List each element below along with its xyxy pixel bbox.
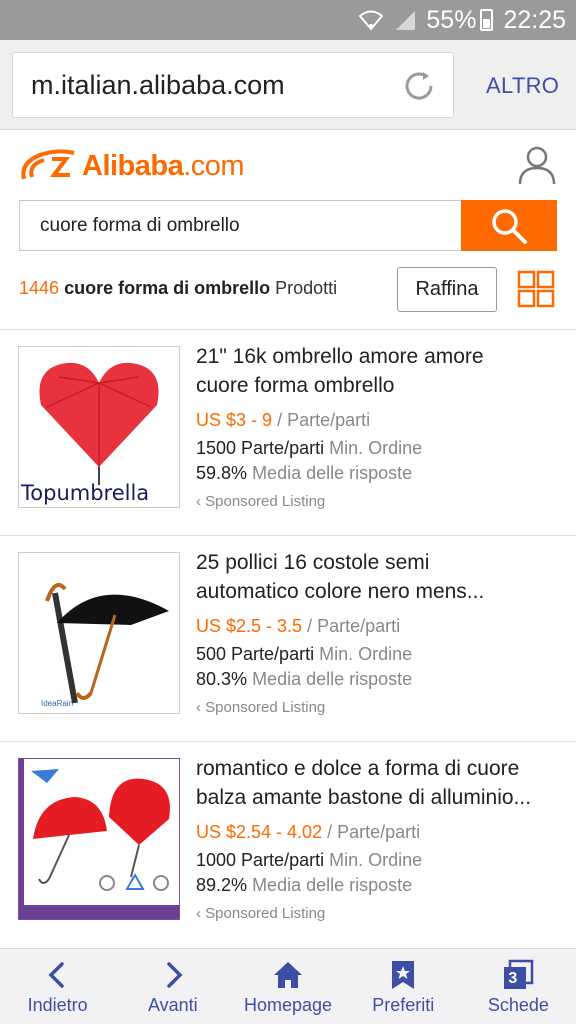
- alibaba-logo-icon: [21, 149, 75, 180]
- chevron-right-icon: [167, 962, 183, 988]
- tabs-icon: 3: [502, 959, 534, 991]
- price-range: US $2.54 - 4.02: [196, 822, 323, 842]
- signal-icon: [394, 9, 416, 31]
- thumb-caption: IdeaRain: [41, 699, 74, 708]
- product-item[interactable]: romantico e dolce a forma di cuore balza…: [0, 742, 576, 947]
- min-order: 1500 Parte/parti Min. Ordine: [196, 438, 422, 459]
- product-price: US $2.5 - 3.5 / Parte/parti: [196, 616, 400, 637]
- chevron-left-icon: ‹: [196, 493, 206, 510]
- result-suffix: Prodotti: [275, 278, 338, 298]
- reload-icon[interactable]: [401, 68, 437, 104]
- bookmarks-label: Preferiti: [372, 995, 435, 1015]
- back-button[interactable]: Indietro: [0, 949, 115, 1024]
- product-price: US $3 - 9 / Parte/parti: [196, 410, 370, 431]
- sponsored-label: ‹ Sponsored Listing: [196, 905, 325, 922]
- search-query: cuore forma di ombrello: [40, 215, 240, 236]
- url-text: m.italian.alibaba.com: [31, 70, 285, 100]
- chevron-left-icon: ‹: [196, 699, 206, 716]
- logo-suffix: .com: [183, 149, 245, 182]
- product-item[interactable]: Topumbrella 21" 16k ombrello amore amore…: [0, 330, 576, 535]
- home-label: Homepage: [243, 995, 333, 1015]
- result-count: 1446: [19, 278, 60, 298]
- min-order-label: Min. Ordine: [319, 644, 413, 664]
- product-title-line: romantico e dolce a forma di cuore: [196, 757, 520, 780]
- product-title[interactable]: 25 pollici 16 costole semi automatico co…: [196, 548, 556, 606]
- product-image[interactable]: Topumbrella: [18, 346, 180, 508]
- thumb-caption: Topumbrella: [21, 481, 150, 505]
- clock: 22:25: [503, 5, 566, 34]
- browser-bottom-nav: Indietro Avanti Homepage Preferiti 3 Sch…: [0, 948, 576, 1024]
- result-summary: 1446 cuore forma di ombrello Prodotti: [19, 278, 337, 299]
- response-rate: 89.2% Media delle risposte: [196, 875, 412, 896]
- logo-text: Alibaba: [82, 149, 184, 182]
- sponsored-label: ‹ Sponsored Listing: [196, 493, 325, 510]
- tabs-button[interactable]: 3 Schede: [461, 949, 576, 1024]
- product-image[interactable]: [18, 758, 180, 920]
- grid-view-icon[interactable]: [517, 270, 555, 308]
- tabs-count: 3: [508, 970, 518, 987]
- response-rate-value: 59.8%: [196, 463, 248, 483]
- wifi-icon: [358, 9, 384, 31]
- back-label: Indietro: [27, 995, 88, 1015]
- min-order-qty: 500 Parte/parti: [196, 644, 315, 664]
- product-title[interactable]: 21" 16k ombrello amore amore cuore forma…: [196, 342, 556, 400]
- response-rate-value: 89.2%: [196, 875, 248, 895]
- price-range: US $2.5 - 3.5: [196, 616, 303, 636]
- chevron-left-icon: ‹: [196, 905, 206, 922]
- price-unit: / Parte/parti: [307, 616, 401, 636]
- sponsored-text: Sponsored Listing: [205, 493, 326, 510]
- response-rate-value: 80.3%: [196, 669, 248, 689]
- result-query: cuore forma di ombrello: [64, 278, 271, 298]
- user-account-icon[interactable]: [516, 144, 558, 186]
- search-icon: [492, 208, 527, 244]
- battery-icon: [480, 9, 494, 31]
- bookmarks-button[interactable]: Preferiti: [346, 949, 461, 1024]
- sponsored-text: Sponsored Listing: [205, 699, 326, 716]
- product-title-line: 21" 16k ombrello amore amore: [196, 345, 484, 368]
- home-button[interactable]: Homepage: [230, 949, 345, 1024]
- sponsored-text: Sponsored Listing: [205, 905, 326, 922]
- min-order: 500 Parte/parti Min. Ordine: [196, 644, 412, 665]
- response-rate-label: Media delle risposte: [252, 669, 413, 689]
- min-order-label: Min. Ordine: [329, 438, 423, 458]
- product-title-line: balza amante bastone di alluminio...: [196, 786, 532, 809]
- price-range: US $3 - 9: [196, 410, 273, 430]
- browser-toolbar: m.italian.alibaba.com ALTRO: [0, 40, 576, 130]
- alibaba-logo[interactable]: Alibaba.com: [18, 141, 278, 191]
- address-bar[interactable]: m.italian.alibaba.com: [12, 52, 454, 118]
- product-title[interactable]: romantico e dolce a forma di cuore balza…: [196, 754, 556, 812]
- refine-button[interactable]: Raffina: [397, 267, 497, 312]
- battery-percent: 55%: [426, 5, 477, 34]
- product-item[interactable]: IdeaRain 25 pollici 16 costole semi auto…: [0, 536, 576, 741]
- min-order-qty: 1000 Parte/parti: [196, 850, 325, 870]
- product-title-line: automatico colore nero mens...: [196, 580, 485, 603]
- tabs-label: Schede: [487, 995, 549, 1015]
- chevron-left-icon: [48, 962, 64, 988]
- response-rate: 59.8% Media delle risposte: [196, 463, 412, 484]
- forward-label: Avanti: [147, 995, 198, 1015]
- product-price: US $2.54 - 4.02 / Parte/parti: [196, 822, 420, 843]
- forward-button[interactable]: Avanti: [115, 949, 230, 1024]
- home-icon: [274, 962, 302, 988]
- response-rate-label: Media delle risposte: [252, 875, 413, 895]
- bookmark-star-icon: [392, 961, 415, 989]
- min-order: 1000 Parte/parti Min. Ordine: [196, 850, 422, 871]
- product-title-line: cuore forma ombrello: [196, 374, 395, 397]
- price-unit: / Parte/parti: [327, 822, 421, 842]
- search-button[interactable]: [461, 200, 557, 251]
- response-rate: 80.3% Media delle risposte: [196, 669, 412, 690]
- min-order-qty: 1500 Parte/parti: [196, 438, 325, 458]
- price-unit: / Parte/parti: [277, 410, 371, 430]
- product-title-line: 25 pollici 16 costole semi: [196, 551, 430, 574]
- more-menu-button[interactable]: ALTRO: [486, 73, 559, 99]
- sponsored-label: ‹ Sponsored Listing: [196, 699, 325, 716]
- product-image[interactable]: IdeaRain: [18, 552, 180, 714]
- search-input[interactable]: cuore forma di ombrello: [19, 200, 461, 251]
- status-bar: 55% 22:25: [0, 0, 576, 40]
- min-order-label: Min. Ordine: [329, 850, 423, 870]
- response-rate-label: Media delle risposte: [252, 463, 413, 483]
